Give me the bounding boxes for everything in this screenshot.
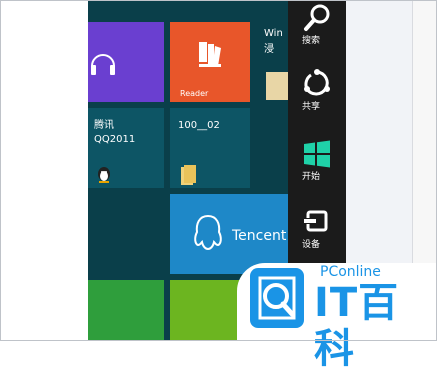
- window-thumbnail: [266, 72, 288, 100]
- folder-icon: [181, 165, 196, 185]
- qq-tile-name: 腾讯: [94, 120, 114, 131]
- windows-tile-label-2: 浸: [264, 44, 274, 55]
- share-icon: [304, 69, 330, 96]
- tencent-label: Tencent: [232, 228, 287, 244]
- windows-tile-partial[interactable]: Win 浸: [256, 22, 288, 102]
- charm-share-label: 共享: [301, 102, 320, 112]
- charm-start[interactable]: 开始: [288, 136, 346, 198]
- reader-tile[interactable]: Reader: [170, 22, 250, 102]
- magnifier-logo: [250, 268, 304, 328]
- charm-search[interactable]: 搜索: [288, 0, 346, 62]
- reader-label: Reader: [180, 89, 209, 98]
- tencent-tile[interactable]: Tencent: [170, 194, 288, 274]
- search-icon: [304, 4, 330, 31]
- watermark-brand-main: IT百科: [314, 280, 400, 372]
- devices-icon: [304, 210, 328, 232]
- music-tile[interactable]: [88, 22, 164, 102]
- charms-bar: 搜索 共享 开始 设备: [288, 0, 346, 268]
- qq-tile-version: QQ2011: [94, 134, 136, 145]
- magnifier-logo-icon: [258, 276, 296, 320]
- folder-tile-label: 100__02: [178, 120, 220, 131]
- tile-partial-right[interactable]: [256, 108, 288, 188]
- watermark-brand-small: PConline: [320, 264, 381, 280]
- tencent-penguin-icon: [194, 214, 222, 251]
- charm-devices[interactable]: 设备: [288, 204, 346, 266]
- green-tile-left[interactable]: [88, 280, 164, 341]
- reader-app-icon: [199, 42, 221, 67]
- windows-tile-label: Win: [264, 28, 283, 39]
- folder-tile[interactable]: 100__02: [170, 108, 250, 188]
- penguin-icon: [98, 167, 110, 183]
- charm-share[interactable]: 共享: [288, 66, 346, 128]
- left-white-margin: [0, 0, 88, 341]
- charm-devices-label: 设备: [301, 240, 320, 250]
- charm-start-label: 开始: [301, 172, 320, 182]
- windows-start-icon: [304, 140, 330, 168]
- charm-search-label: 搜索: [301, 36, 320, 46]
- qq2011-tile[interactable]: 腾讯 QQ2011: [88, 108, 164, 188]
- headphones-icon: [91, 54, 115, 75]
